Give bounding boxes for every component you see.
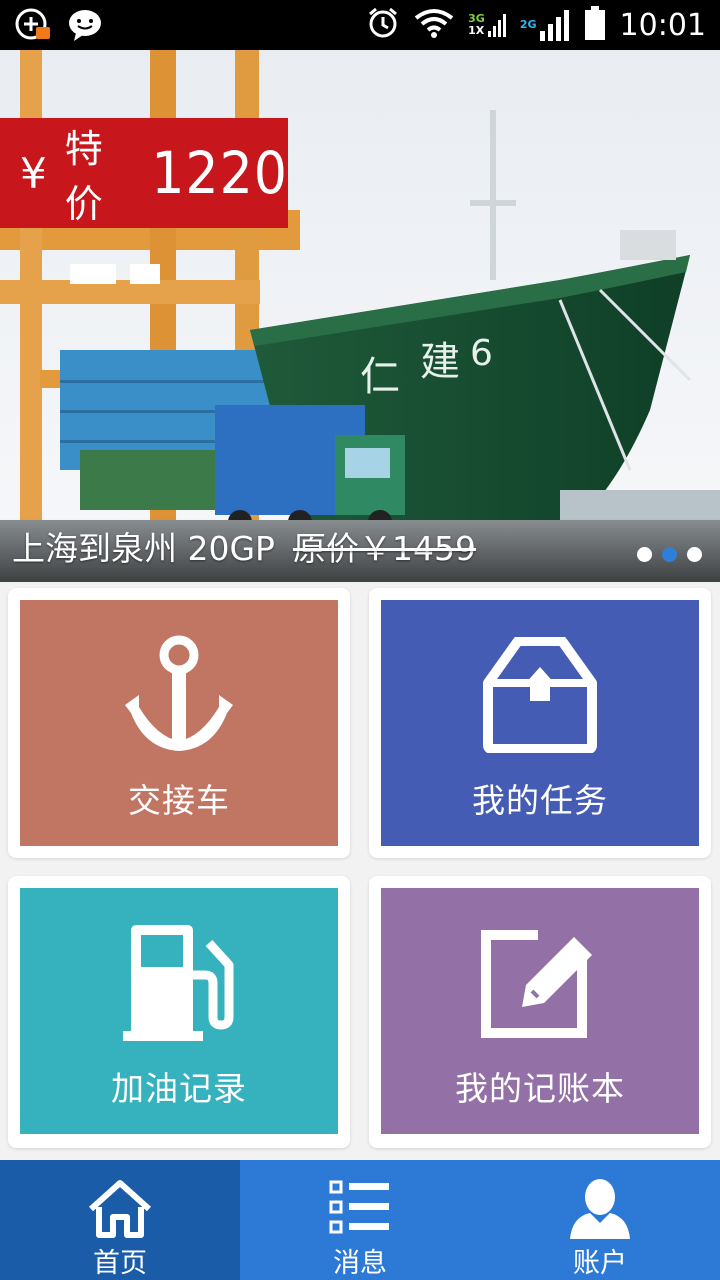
- nav-account[interactable]: 账户: [480, 1160, 720, 1280]
- tile-card-ledger: 我的记账本: [369, 876, 711, 1148]
- svg-text:建: 建: [420, 339, 460, 385]
- add-contact-notification-icon: [14, 7, 52, 47]
- battery-icon: [584, 6, 606, 44]
- nav-label: 消息: [333, 1248, 387, 1279]
- price-label: 特价: [64, 127, 103, 226]
- list-icon: [329, 1180, 389, 1233]
- signal-3g-indicator: 3G 1X: [468, 13, 506, 37]
- signal-bars-2-icon: [539, 10, 569, 41]
- svg-text:6: 6: [470, 333, 493, 374]
- price-currency-symbol: ¥: [20, 148, 47, 198]
- status-bar: 3G 1X 2G 10:01: [0, 0, 720, 50]
- tile-label: 我的任务: [472, 781, 608, 820]
- carousel-indicator: [637, 547, 702, 562]
- user-icon: [570, 1178, 630, 1239]
- network-type-bottom: 1X: [468, 24, 485, 37]
- tile-card-tasks: 我的任务: [369, 588, 711, 858]
- alarm-icon: [366, 6, 400, 44]
- signal-2g-indicator: 2G: [520, 9, 570, 41]
- bottom-navigation: 首页 消息 账户: [0, 1160, 720, 1280]
- handover-vehicle-button[interactable]: 交接车: [20, 600, 338, 846]
- svg-text:仁: 仁: [360, 354, 400, 400]
- carousel-dot-active[interactable]: [662, 547, 677, 562]
- original-price: 原价￥1459: [292, 529, 476, 568]
- carousel-dot[interactable]: [637, 547, 652, 562]
- signal-bars-icon: [487, 14, 506, 37]
- fuel-pump-icon: [123, 925, 234, 1041]
- clock: 10:01: [619, 7, 706, 43]
- edit-note-icon: [481, 929, 592, 1038]
- inbox-tray-icon: [483, 637, 597, 753]
- anchor-icon: [125, 635, 233, 751]
- chat-notification-icon: [66, 7, 104, 47]
- route-text: 上海到泉州 20GP: [12, 529, 275, 568]
- tile-label: 我的记账本: [455, 1069, 625, 1108]
- wifi-icon: [414, 8, 454, 42]
- tile-card-handover: 交接车: [8, 588, 350, 858]
- my-tasks-button[interactable]: 我的任务: [381, 600, 699, 846]
- home-icon: [88, 1179, 152, 1238]
- my-ledger-button[interactable]: 我的记账本: [381, 888, 699, 1134]
- tile-label: 加油记录: [111, 1069, 247, 1108]
- price-value: 1220: [151, 139, 288, 207]
- network-type-second: 2G: [519, 18, 537, 31]
- banner-caption: 上海到泉州 20GP 原价￥1459: [12, 522, 476, 570]
- promo-banner[interactable]: 仁 建 6 ¥ 特价 1220 上海到泉州 20GP 原价￥1459: [0, 50, 720, 582]
- nav-label: 账户: [573, 1248, 627, 1279]
- fuel-records-button[interactable]: 加油记录: [20, 888, 338, 1134]
- nav-messages[interactable]: 消息: [240, 1160, 480, 1280]
- tile-card-fuel: 加油记录: [8, 876, 350, 1148]
- nav-label: 首页: [93, 1248, 147, 1279]
- nav-home[interactable]: 首页: [0, 1160, 240, 1280]
- special-price-tag: ¥ 特价 1220: [0, 118, 288, 228]
- tile-label: 交接车: [128, 781, 230, 820]
- carousel-dot[interactable]: [687, 547, 702, 562]
